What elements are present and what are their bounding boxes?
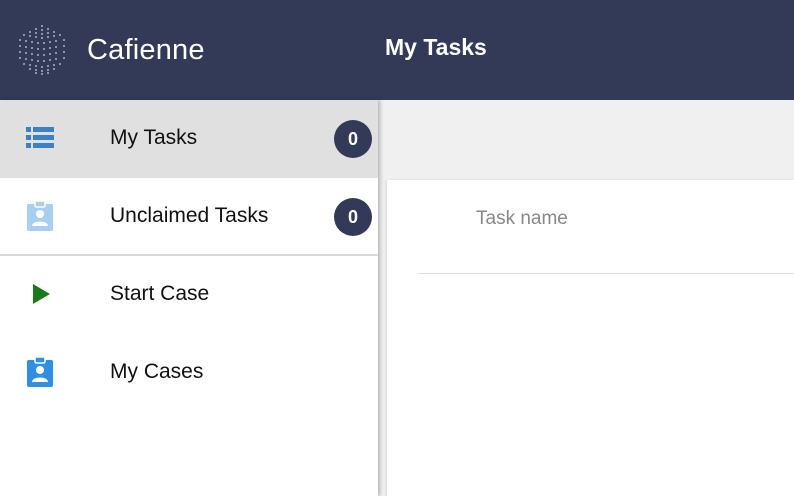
- play-icon: [33, 284, 50, 304]
- table-header-divider: [418, 273, 794, 274]
- list-icon: [26, 127, 54, 148]
- brand[interactable]: Cafienne: [14, 22, 205, 78]
- clipboard-user-icon: [27, 356, 53, 387]
- task-count-badge: 0: [334, 120, 372, 158]
- content-toolbar: [378, 100, 794, 180]
- page-title: My Tasks: [385, 34, 487, 60]
- sidebar-item-label: My Cases: [110, 360, 204, 383]
- top-bar: Cafienne My Tasks: [0, 0, 794, 100]
- sidebar-item-my-cases[interactable]: My Cases: [0, 334, 378, 412]
- sidebar-item-label: Unclaimed Tasks: [110, 204, 269, 227]
- sidebar-item-start-case[interactable]: Start Case: [0, 256, 378, 334]
- column-header-task-name[interactable]: Task name: [476, 208, 568, 230]
- app-root: Cafienne My Tasks My Tasks 0 Unclaimed T…: [0, 0, 794, 496]
- cafienne-logo-icon: [19, 25, 65, 75]
- task-count-badge: 0: [334, 198, 372, 236]
- brand-name: Cafienne: [87, 33, 205, 66]
- sidebar: My Tasks 0 Unclaimed Tasks 0 Start Case: [0, 100, 378, 496]
- sidebar-item-unclaimed-tasks[interactable]: Unclaimed Tasks 0: [0, 178, 378, 256]
- clipboard-user-icon: [27, 200, 53, 231]
- sidebar-item-label: My Tasks: [110, 126, 198, 149]
- sidebar-item-my-tasks[interactable]: My Tasks 0: [0, 100, 378, 178]
- sidebar-item-label: Start Case: [110, 282, 210, 305]
- task-table: Task name: [387, 180, 794, 496]
